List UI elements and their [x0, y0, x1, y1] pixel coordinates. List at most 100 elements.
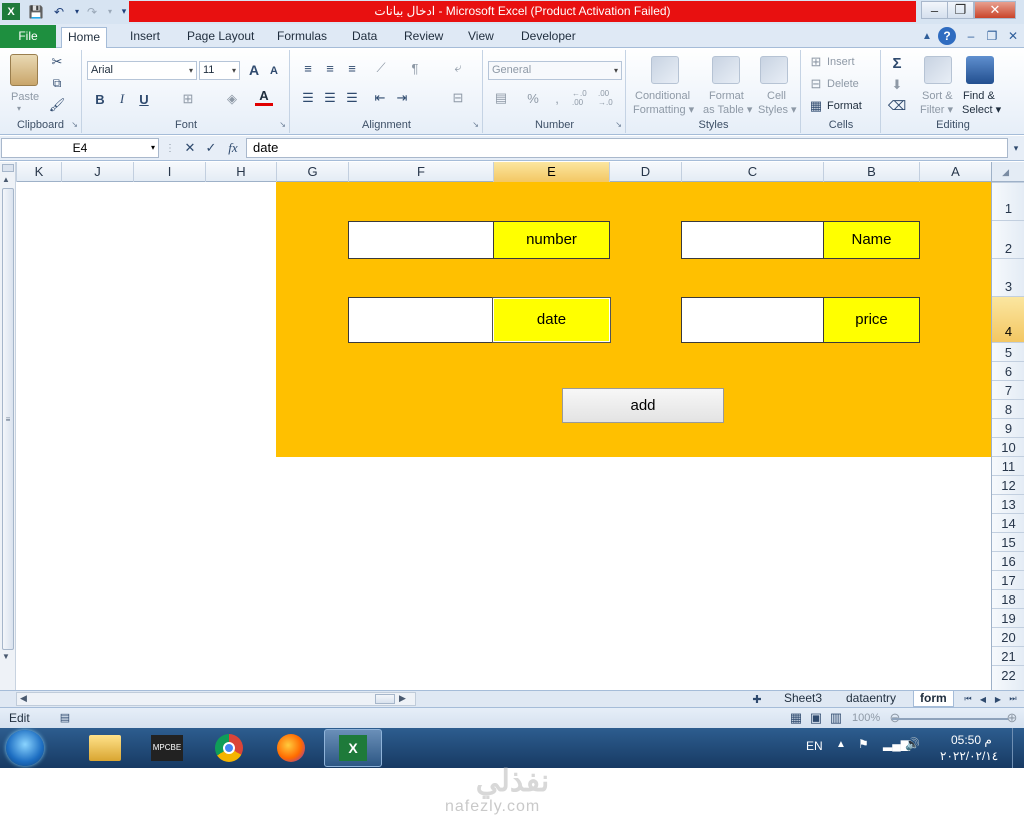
row-header-3[interactable]: 3 [992, 258, 1024, 296]
scroll-up-icon[interactable]: ▲ [2, 175, 10, 184]
scroll-left-icon[interactable]: ◀ [20, 693, 27, 704]
top-align-icon[interactable]: ≡ [299, 60, 317, 76]
font-size-combo[interactable]: 11 ▾ [199, 61, 240, 80]
explorer-taskbar-icon[interactable] [76, 729, 134, 767]
row-header-18[interactable]: 18 [992, 589, 1024, 608]
row-header-16[interactable]: 16 [992, 551, 1024, 570]
clock-date[interactable]: ٢٠٢٢/٠٢/١٤ [940, 749, 998, 763]
scroll-right-icon[interactable]: ▶ [399, 693, 406, 704]
horizontal-scroll-thumb[interactable] [375, 694, 395, 704]
delete-cells-button[interactable]: Delete [827, 78, 859, 90]
excel-app-icon[interactable]: X [2, 3, 20, 20]
zoom-level[interactable]: 100% [852, 712, 880, 724]
macro-record-icon[interactable]: ▤ [57, 710, 73, 725]
insert-sheet-icon[interactable]: ✚ [748, 691, 766, 707]
paste-icon[interactable] [10, 54, 38, 86]
row-header-19[interactable]: 19 [992, 608, 1024, 627]
bold-button[interactable]: B [91, 90, 109, 108]
first-sheet-icon[interactable]: ⏮ [962, 692, 974, 706]
column-header-a[interactable]: A [919, 162, 991, 182]
orientation-icon[interactable]: ⟋ [371, 60, 391, 76]
date-label[interactable]: date [492, 297, 611, 343]
align-right-icon[interactable]: ☰ [343, 90, 361, 106]
autosum-button[interactable]: Σ [888, 54, 906, 72]
column-header-b[interactable]: B [823, 162, 919, 182]
worksheet-grid[interactable]: ▲ ≡ ▼ K J I H G F E D C B A ◢ 1 2 3 4 5 … [0, 162, 1024, 690]
price-input-cell[interactable] [681, 297, 824, 343]
row-header-6[interactable]: 6 [992, 361, 1024, 380]
zoom-in-icon[interactable]: ⊕ [1005, 710, 1019, 725]
add-button[interactable]: add [562, 388, 724, 423]
italic-button[interactable]: I [113, 90, 131, 108]
row-header-1[interactable]: 1 [992, 182, 1024, 220]
row-header-21[interactable]: 21 [992, 646, 1024, 665]
bottom-align-icon[interactable]: ≡ [343, 60, 361, 76]
firefox-taskbar-icon[interactable] [262, 729, 320, 767]
tab-insert[interactable]: Insert [124, 27, 166, 48]
mpc-be-taskbar-icon[interactable]: MPCBE [138, 729, 196, 767]
restore-button[interactable]: ❐ [947, 1, 974, 19]
accounting-format-icon[interactable]: ▤ [490, 90, 512, 106]
normal-view-icon[interactable]: ▦ [788, 710, 804, 725]
row-header-20[interactable]: 20 [992, 627, 1024, 646]
insert-function-button[interactable]: fx [224, 140, 242, 156]
sheet-tab-dataentry[interactable]: dataentry [840, 691, 902, 707]
wrap-text-icon[interactable]: ⤶ [449, 60, 467, 76]
alignment-launcher-icon[interactable]: ↘ [472, 120, 479, 129]
vertical-scrollbar[interactable]: ▲ ≡ ▼ [0, 162, 16, 690]
clock-time[interactable]: 05:50 م [951, 733, 992, 747]
language-indicator[interactable]: EN [806, 739, 823, 753]
borders-icon[interactable]: ⊞ [179, 90, 197, 108]
volume-icon[interactable]: 🔊 [905, 737, 920, 751]
row-header-14[interactable]: 14 [992, 513, 1024, 532]
column-header-j[interactable]: J [61, 162, 133, 182]
format-as-table-line2[interactable]: as Table ▾ [703, 103, 752, 116]
merge-center-icon[interactable]: ⊟ [449, 90, 467, 106]
page-layout-view-icon[interactable]: ▣ [808, 710, 824, 725]
minimize-ribbon-icon[interactable]: ▲ [918, 27, 936, 45]
insert-cells-icon[interactable]: ⊞ [808, 54, 824, 69]
show-hidden-icons-icon[interactable]: ▲ [836, 739, 846, 750]
column-header-d[interactable]: D [609, 162, 681, 182]
comma-style-button[interactable]: , [548, 90, 566, 106]
fill-color-icon[interactable]: ◈ [223, 90, 241, 108]
row-header-11[interactable]: 11 [992, 456, 1024, 475]
grow-font-button[interactable]: A [245, 61, 263, 79]
action-center-flag-icon[interactable]: ⚑ [858, 737, 869, 751]
text-direction-icon[interactable]: ¶ [405, 60, 425, 76]
cell-styles-icon[interactable] [760, 56, 788, 84]
expand-formula-bar-icon[interactable]: ▾ [1010, 141, 1022, 155]
sheet-tab-form[interactable]: form [913, 691, 954, 707]
align-center-icon[interactable]: ☰ [321, 90, 339, 106]
increase-decimal-button[interactable]: ←.0 .00 [572, 89, 596, 107]
sort-filter-line1[interactable]: Sort & [922, 90, 953, 102]
excel-taskbar-icon[interactable]: X [324, 729, 382, 767]
row-header-12[interactable]: 12 [992, 475, 1024, 494]
row-header-5[interactable]: 5 [992, 342, 1024, 361]
zoom-slider[interactable] [892, 718, 1008, 720]
align-left-icon[interactable]: ☰ [299, 90, 317, 106]
sheet-tab-sheet3[interactable]: Sheet3 [778, 691, 828, 707]
workbook-restore-icon[interactable]: ❐ [983, 27, 1001, 45]
show-desktop-button[interactable] [1012, 728, 1024, 768]
conditional-formatting-icon[interactable] [651, 56, 679, 84]
decrease-decimal-button[interactable]: .00 →.0 [598, 89, 622, 107]
start-button[interactable] [6, 730, 44, 766]
column-header-e[interactable]: E [493, 162, 609, 182]
split-box[interactable] [2, 164, 14, 172]
cut-icon[interactable]: ✂ [48, 53, 66, 71]
row-header-4[interactable]: 4 [992, 296, 1024, 342]
formula-bar-handle-icon[interactable]: ⋮ [163, 140, 177, 156]
row-header-22[interactable]: 22 [992, 665, 1024, 684]
save-icon[interactable]: 💾 [27, 3, 45, 20]
column-header-h[interactable]: H [205, 162, 276, 182]
date-input-cell[interactable] [348, 297, 494, 343]
row-header-9[interactable]: 9 [992, 418, 1024, 437]
next-sheet-icon[interactable]: ▶ [992, 692, 1004, 706]
tab-developer[interactable]: Developer [515, 27, 582, 48]
vertical-scroll-thumb[interactable]: ≡ [2, 188, 14, 650]
font-launcher-icon[interactable]: ↘ [279, 120, 286, 129]
number-input-cell[interactable] [348, 221, 494, 259]
row-header-2[interactable]: 2 [992, 220, 1024, 258]
shrink-font-button[interactable]: A [266, 63, 282, 79]
